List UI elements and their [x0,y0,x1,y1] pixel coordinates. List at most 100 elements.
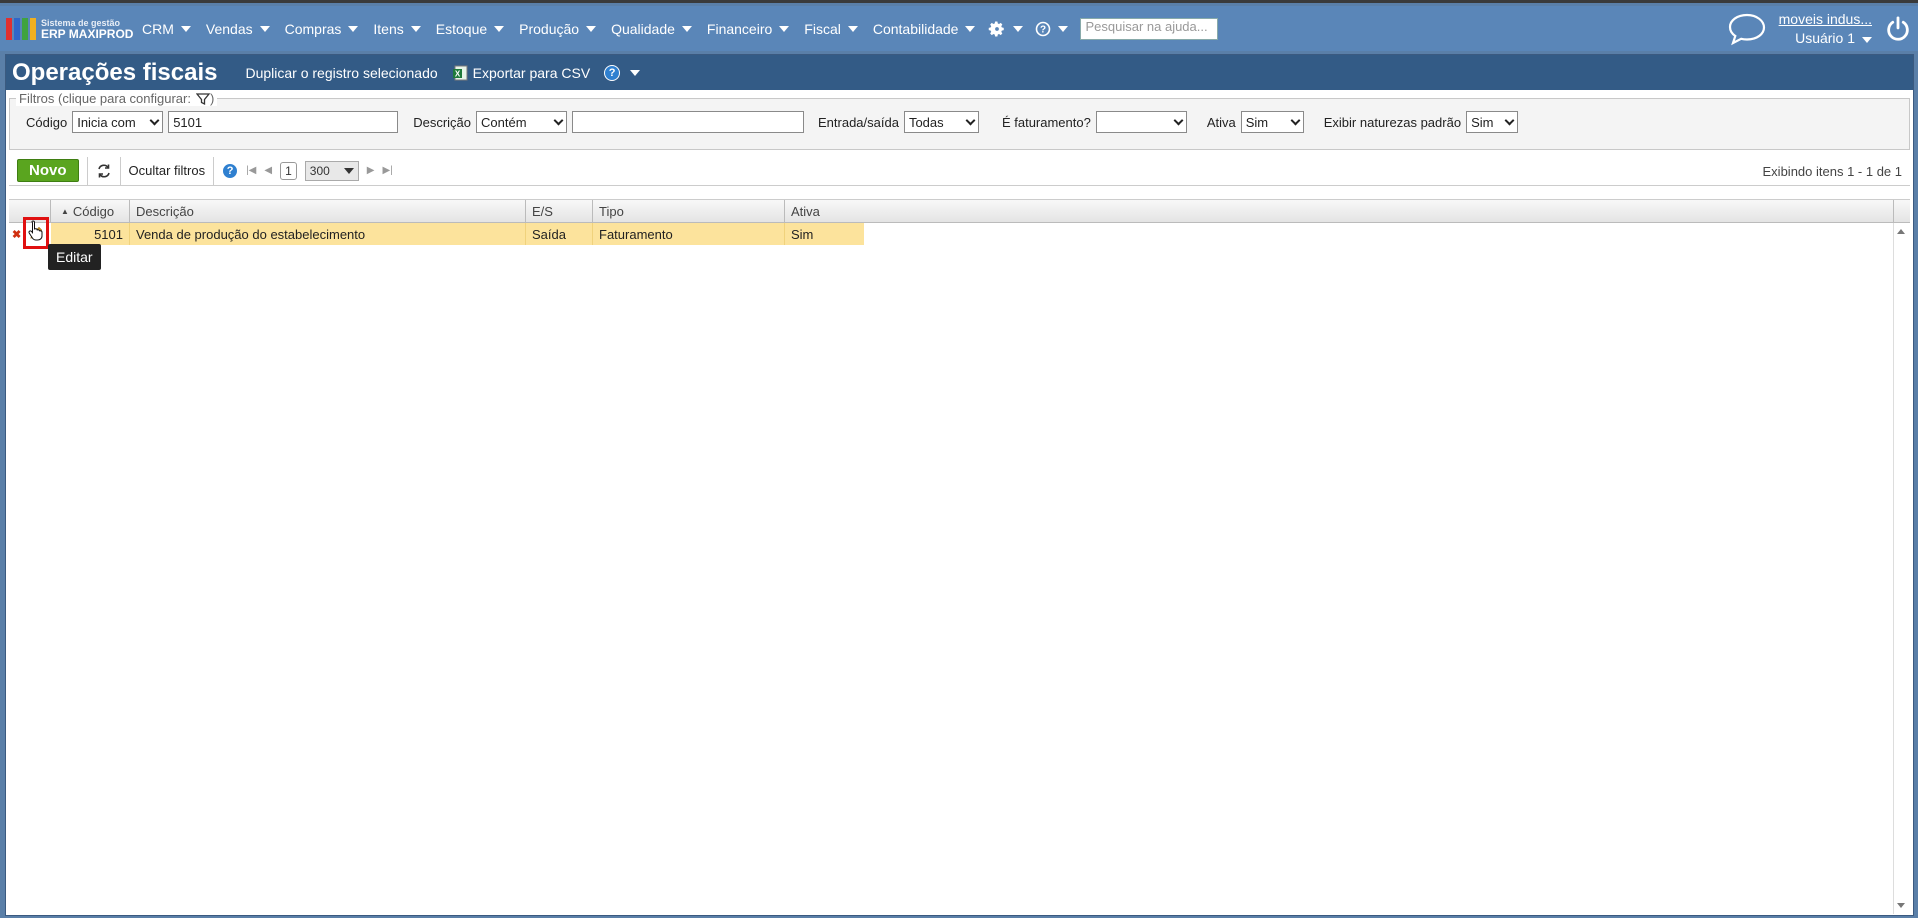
scroll-up-icon[interactable] [1897,229,1905,234]
filters-row: Código Inicia com 5101 Descrição Contém … [26,111,1523,133]
select-value: 300 [309,163,330,178]
settings-menu[interactable] [982,6,1029,51]
hide-filters-button[interactable]: Ocultar filtros [129,163,206,178]
menu-label: CRM [142,20,174,37]
menu-producao[interactable]: Produção [511,6,603,51]
menu-contabilidade[interactable]: Contabilidade [865,6,983,51]
svg-text:X: X [455,69,461,78]
select-value: Todas [908,114,944,130]
caret-down-icon [180,25,191,32]
help-icon: ? [604,64,621,81]
menu-financeiro[interactable]: Financeiro [699,6,796,51]
chevron-down-icon [1290,115,1301,125]
cell-descricao: Venda de produção do estabelecimento [130,223,526,245]
ativa-select[interactable]: Sim [1240,111,1304,133]
header-spacer [1893,200,1910,222]
next-page-icon[interactable]: ▶ [367,165,375,176]
caret-down-icon [1058,25,1069,32]
cell-codigo: 5101 [51,223,130,245]
user-area: moveis indus... Usuário 1 [1727,6,1918,51]
chat-bubble-icon[interactable] [1727,11,1767,47]
column-header-es[interactable]: E/S [526,200,593,222]
refresh-icon[interactable] [96,163,112,179]
codigo-operator-select[interactable]: Inicia com [72,111,164,133]
divider [213,156,215,185]
grid-help-icon[interactable]: ? [222,162,239,179]
select-value: Contém [481,114,527,130]
entrada-saida-select[interactable]: Todas [903,111,979,133]
page-number[interactable]: 1 [280,161,297,180]
first-page-icon[interactable]: |◀ [246,165,256,176]
codigo-filter-input[interactable]: 5101 [168,111,399,133]
scroll-down-icon[interactable] [1897,903,1905,908]
help-search-input[interactable]: Pesquisar na ajuda... [1080,17,1219,40]
menu-itens[interactable]: Itens [365,6,427,51]
page-help-button[interactable]: ? [604,64,641,81]
column-header-ativa[interactable]: Ativa [785,200,1893,222]
chevron-down-icon [965,115,976,125]
items-count-label: Exibindo itens 1 - 1 de 1 [1762,164,1902,179]
page-size-select[interactable]: 300 [304,160,359,181]
filters-panel: Filtros (clique para configurar: ) Códig… [9,91,1910,150]
caret-down-icon [847,25,858,32]
vertical-scrollbar[interactable] [1893,223,1910,914]
caret-down-icon [779,25,790,32]
menu-estoque[interactable]: Estoque [428,6,511,51]
gear-icon [989,21,1005,36]
cell-ativa: Sim [785,223,864,245]
select-value: Inicia com [77,114,136,130]
export-csv-button[interactable]: X Exportar para CSV [452,64,591,81]
column-header-codigo[interactable]: ▲ Código [51,200,130,222]
menu-label: Compras [284,20,342,37]
caret-down-icon [494,25,505,32]
top-navbar: Sistema de gestão ERP MAXIPROD CRM Venda… [0,6,1918,51]
menu-label: Itens [373,20,404,37]
column-header-descricao[interactable]: Descrição [130,200,526,222]
menu-label: Contabilidade [872,20,959,37]
edit-tooltip: Editar [48,244,101,270]
new-button[interactable]: Novo [17,159,79,182]
pager: |◀ ◀ 1 300 ▶ ▶| [246,160,393,181]
export-csv-label: Exportar para CSV [472,64,591,81]
descricao-operator-select[interactable]: Contém [476,111,567,133]
hand-cursor-icon [28,220,43,241]
descricao-filter-input[interactable] [572,111,804,133]
chevron-down-icon [553,115,564,125]
brand-line2: ERP MAXIPROD [41,26,134,41]
column-header-tipo[interactable]: Tipo [593,200,785,222]
menu-label: Financeiro [706,20,773,37]
duplicate-button[interactable]: Duplicar o registro selecionado [245,65,437,81]
main-menu: CRM Vendas Compras Itens Estoque Produçã… [134,6,1219,51]
company-link[interactable]: moveis indus... [1779,10,1872,29]
menu-compras[interactable]: Compras [277,6,366,51]
prev-page-icon[interactable]: ◀ [264,165,272,176]
user-menu[interactable]: Usuário 1 [1779,29,1872,48]
menu-label: Fiscal [804,20,841,37]
svg-text:?: ? [1040,24,1046,35]
help-menu[interactable]: ? [1029,6,1074,51]
caret-down-icon [348,25,359,32]
caret-down-icon [586,25,597,32]
caret-down-icon [630,69,641,76]
select-value: Sim [1471,114,1494,130]
last-page-icon[interactable]: ▶| [382,165,392,176]
main-panel: Operações fiscais Duplicar o registro se… [5,54,1914,916]
user-name: Usuário 1 [1795,29,1855,46]
page-header: Operações fiscais Duplicar o registro se… [6,55,1913,90]
menu-fiscal[interactable]: Fiscal [796,6,865,51]
menu-qualidade[interactable]: Qualidade [603,6,699,51]
menu-crm[interactable]: CRM [134,6,198,51]
power-icon[interactable] [1884,15,1912,43]
table-row[interactable]: ✖ 5101 Venda de produção do estabelecime… [9,217,864,249]
menu-vendas[interactable]: Vendas [198,6,277,51]
delete-icon[interactable]: ✖ [12,228,21,241]
menu-label: Produção [519,20,580,37]
filters-legend[interactable]: Filtros (clique para configurar: ) [16,91,218,106]
cell-es: Saída [526,223,593,245]
faturamento-select[interactable] [1095,111,1187,133]
logo[interactable]: Sistema de gestão ERP MAXIPROD [6,17,134,41]
excel-icon: X [452,65,468,80]
codigo-filter-label: Código [26,114,68,130]
naturezas-select[interactable]: Sim [1466,111,1519,133]
logo-mark-icon [6,17,36,40]
